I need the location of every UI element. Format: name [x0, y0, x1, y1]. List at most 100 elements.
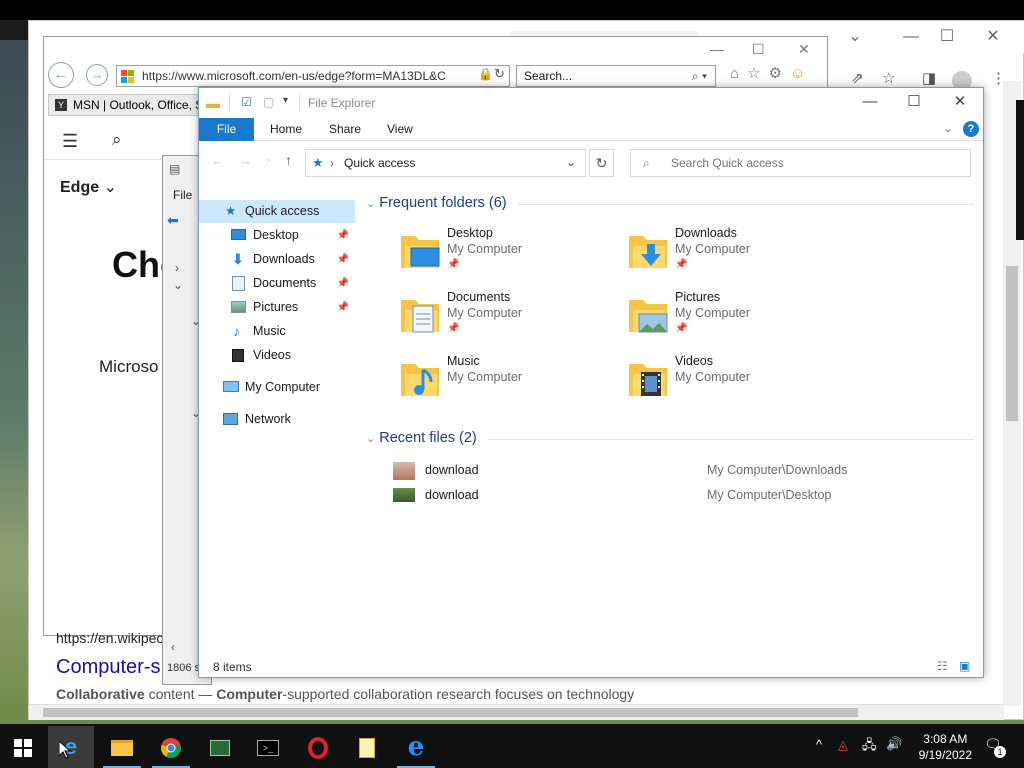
- libraries-collapse-icon[interactable]: ⌄: [173, 278, 183, 292]
- folder-name: Documents: [447, 290, 511, 304]
- recent-file-path: My Computer\Desktop: [707, 488, 832, 502]
- taskbar-file-explorer[interactable]: [99, 726, 145, 768]
- taskbar-task-manager[interactable]: [197, 726, 243, 768]
- forward-arrow-icon[interactable]: →: [86, 64, 108, 86]
- folder-name: Downloads: [675, 226, 737, 240]
- libraries-back-icon[interactable]: ⬅: [167, 212, 179, 229]
- nav-label: Pictures: [253, 300, 299, 314]
- chrome-close-button[interactable]: ✕: [983, 27, 1003, 47]
- search-result-title[interactable]: Computer-s: [56, 656, 160, 679]
- back-arrow-icon[interactable]: ←: [48, 62, 74, 88]
- settings-gear-icon[interactable]: ⚙: [769, 65, 790, 82]
- taskbar-opera[interactable]: [295, 726, 341, 768]
- folder-name: Desktop: [447, 226, 493, 240]
- frequent-folders-header[interactable]: ⌄ Frequent folders (6): [366, 195, 507, 211]
- qat-dropdown-icon[interactable]: ▾: [283, 95, 288, 106]
- chrome-hscroll-thumb[interactable]: [43, 708, 858, 717]
- folder-tile-music[interactable]: Music My Computer: [399, 354, 619, 412]
- ie-close-button[interactable]: ✕: [798, 41, 810, 58]
- explorer-maximize-button[interactable]: ☐: [891, 88, 937, 118]
- ribbon-tabs: File Home Share View ⌄ ?: [199, 118, 983, 141]
- taskbar-notepad[interactable]: [344, 726, 390, 768]
- recent-file-row[interactable]: download My Computer\Desktop: [393, 486, 893, 508]
- chrome-maximize-button[interactable]: ☐: [937, 27, 957, 47]
- folder-tile-downloads[interactable]: Downloads My Computer 📌: [627, 226, 847, 284]
- ie-minimize-button[interactable]: —: [710, 41, 724, 57]
- help-icon[interactable]: ?: [963, 121, 979, 137]
- chrome-scroll-thumb[interactable]: [1006, 266, 1018, 421]
- hamburger-menu-icon[interactable]: ☰: [62, 131, 78, 152]
- taskbar-chrome[interactable]: [148, 726, 194, 768]
- taskbar-command-prompt[interactable]: >_: [245, 726, 291, 768]
- refresh-icon[interactable]: ↻: [494, 66, 505, 82]
- chrome-tab-search-icon[interactable]: ⌄: [845, 27, 865, 47]
- ribbon-expand-icon[interactable]: ⌄: [943, 121, 953, 135]
- breadcrumb-chevron-icon[interactable]: ›: [330, 156, 334, 170]
- ribbon-tab-file[interactable]: File: [199, 118, 254, 141]
- folder-tile-desktop[interactable]: Desktop My Computer 📌: [399, 226, 619, 284]
- new-folder-icon[interactable]: ▢: [263, 95, 274, 109]
- smiley-feedback-icon[interactable]: ☺: [790, 65, 813, 82]
- libraries-scroll-left-icon[interactable]: ‹: [171, 640, 175, 654]
- start-button[interactable]: [0, 726, 46, 768]
- properties-icon[interactable]: ☑: [241, 95, 252, 109]
- nav-item-music[interactable]: ♪ Music: [199, 320, 355, 343]
- recent-file-name: download: [425, 488, 479, 502]
- recent-locations-icon[interactable]: ⌄: [265, 153, 273, 164]
- nav-item-documents[interactable]: Documents 📌: [199, 272, 355, 295]
- explorer-search-box[interactable]: ⌕ Search Quick access: [630, 149, 971, 177]
- nav-item-quick-access[interactable]: ★ Quick access: [199, 200, 355, 223]
- tray-app-icon[interactable]: ◬: [838, 737, 848, 753]
- folder-tile-documents[interactable]: Documents My Computer 📌: [399, 290, 619, 348]
- address-text[interactable]: Quick access: [344, 156, 415, 170]
- taskbar-clock[interactable]: 3:08 AM 9/19/2022: [919, 731, 972, 763]
- ribbon-tab-share[interactable]: Share: [315, 118, 375, 141]
- nav-item-pictures[interactable]: Pictures 📌: [199, 296, 355, 319]
- ie-address-bar[interactable]: https://www.microsoft.com/en-us/edge?for…: [116, 65, 510, 87]
- taskbar-internet-explorer[interactable]: e: [393, 726, 439, 768]
- show-hidden-icons-chevron-icon[interactable]: ^: [816, 737, 822, 752]
- folder-tile-videos[interactable]: Videos My Computer: [627, 354, 847, 412]
- forward-icon[interactable]: →: [239, 153, 252, 168]
- nav-item-my-computer[interactable]: My Computer: [199, 376, 355, 399]
- up-arrow-icon[interactable]: ↑: [285, 152, 292, 168]
- large-icons-view-icon[interactable]: ▣: [959, 659, 970, 673]
- refresh-button[interactable]: ↻: [589, 149, 614, 177]
- search-icon[interactable]: ⌕ ▾: [692, 66, 707, 86]
- recent-file-name: download: [425, 463, 479, 477]
- home-icon[interactable]: ⌂: [730, 65, 747, 82]
- explorer-minimize-button[interactable]: —: [847, 88, 893, 118]
- folder-tile-pictures[interactable]: Pictures My Computer 📌: [627, 290, 847, 348]
- address-dropdown-icon[interactable]: ⌄: [566, 155, 576, 169]
- explorer-address-bar[interactable]: ★ › Quick access ⌄: [305, 149, 586, 177]
- ribbon-tab-view[interactable]: View: [373, 118, 427, 141]
- nav-item-downloads[interactable]: ⬇ Downloads 📌: [199, 248, 355, 271]
- chrome-horizontal-scrollbar[interactable]: [29, 704, 1004, 720]
- ie-search-box[interactable]: Search... ⌕ ▾: [516, 65, 716, 87]
- taskbar-ie-pinned[interactable]: e: [48, 726, 94, 768]
- chrome-minimize-button[interactable]: —: [901, 27, 921, 47]
- recent-file-row[interactable]: download My Computer\Downloads: [393, 461, 893, 483]
- page-search-icon[interactable]: ⌕: [112, 130, 122, 150]
- ie-tab-msn[interactable]: Y MSN | Outlook, Office, S: [48, 94, 204, 116]
- nav-item-videos[interactable]: Videos: [199, 344, 355, 367]
- ie-maximize-button[interactable]: ☐: [752, 41, 765, 58]
- volume-tray-icon[interactable]: 🔊: [886, 736, 902, 752]
- recent-files-header[interactable]: ⌄ Recent files (2): [366, 430, 477, 446]
- taskbar: e >_ e ^ ◬ 🖧 🔊 3:08 AM 9/19/2022 🗨 1: [0, 724, 1024, 768]
- back-icon[interactable]: ←: [211, 153, 224, 168]
- network-tray-icon[interactable]: 🖧: [862, 736, 877, 758]
- search-result-url[interactable]: https://en.wikipec: [56, 630, 163, 646]
- edge-nav-dropdown[interactable]: Edge ⌄: [60, 177, 117, 197]
- favorites-star-icon[interactable]: ☆: [747, 65, 768, 82]
- desktop-icon: [231, 229, 246, 240]
- explorer-close-button[interactable]: ✕: [937, 88, 983, 118]
- search-result-snippet: Collaborative content — Computer-support…: [56, 686, 634, 702]
- explorer-titlebar[interactable]: ▬ ☑ ▢ ▾ File Explorer — ☐ ✕: [199, 88, 983, 118]
- nav-item-desktop[interactable]: Desktop 📌: [199, 224, 355, 247]
- libraries-file-tab[interactable]: File: [173, 188, 192, 202]
- ribbon-tab-home[interactable]: Home: [256, 118, 316, 141]
- details-view-icon[interactable]: ☷: [937, 659, 948, 673]
- libraries-expand-icon[interactable]: ›: [175, 261, 179, 275]
- nav-item-network[interactable]: Network: [199, 408, 355, 431]
